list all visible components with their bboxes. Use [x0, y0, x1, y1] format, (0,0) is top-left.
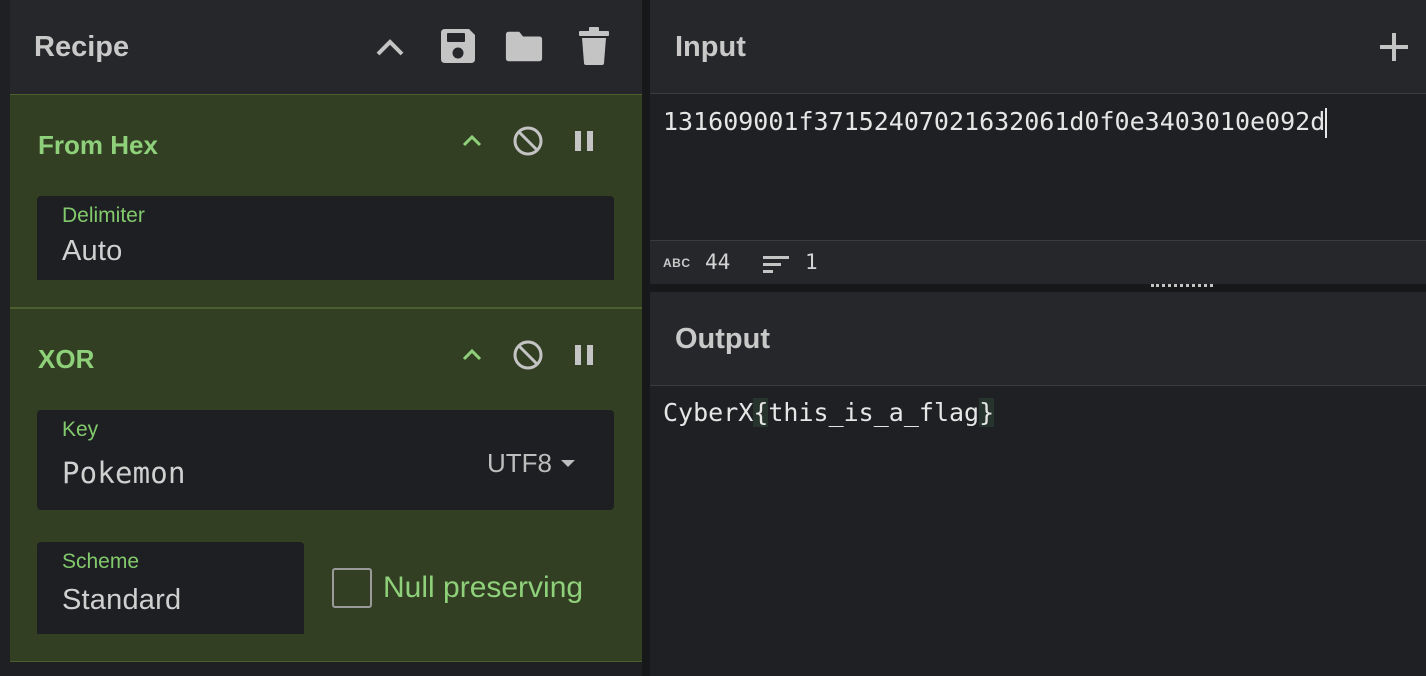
collapse-operation-button[interactable]	[452, 335, 492, 375]
output-inner: this_is_a_flag	[768, 398, 980, 427]
input-text-content: 131609001f37152407021632061d0f0e3403010e…	[663, 107, 1326, 136]
bracket-open: {	[753, 398, 769, 427]
output-textarea[interactable]: CyberX{this_is_a_flag}	[650, 386, 1426, 676]
collapse-all-button[interactable]	[370, 27, 410, 67]
null-preserving-label: Null preserving	[383, 571, 584, 604]
pause-icon	[575, 131, 593, 151]
key-encoding-dropdown[interactable]: UTF8	[487, 448, 576, 479]
output-prefix: CyberX	[663, 398, 754, 427]
breakpoint-button[interactable]	[564, 335, 604, 375]
operation-title: From Hex	[38, 130, 158, 160]
recipe-title: Recipe	[34, 31, 130, 63]
scheme-field[interactable]: Scheme Standard	[37, 542, 304, 634]
pause-icon	[575, 345, 593, 365]
input-textarea[interactable]: 131609001f37152407021632061d0f0e3403010e…	[650, 94, 1426, 240]
splitter-handle-icon[interactable]	[1151, 284, 1213, 289]
input-status-bar: ABC 44 1	[650, 240, 1426, 284]
operation-title: XOR	[38, 344, 95, 374]
add-input-tab-button[interactable]	[1374, 27, 1414, 67]
disable-icon	[513, 126, 543, 156]
disable-operation-button[interactable]	[508, 335, 548, 375]
input-text[interactable]: 131609001f37152407021632061d0f0e3403010e…	[663, 107, 1328, 138]
load-recipe-button[interactable]	[504, 26, 544, 66]
key-encoding-label: UTF8	[487, 448, 552, 478]
key-value[interactable]: Pokemon	[62, 456, 186, 490]
output-title: Output	[675, 323, 771, 355]
delimiter-value[interactable]: Auto	[62, 235, 122, 268]
field-label: Scheme	[62, 550, 140, 573]
scheme-value[interactable]: Standard	[62, 584, 181, 617]
input-length: 44	[705, 250, 731, 274]
lines-icon	[763, 256, 789, 273]
io-splitter[interactable]	[650, 284, 1426, 292]
trash-icon	[579, 27, 609, 65]
null-preserving-toggle[interactable]: Null preserving	[332, 568, 583, 608]
chevron-up-icon	[462, 348, 482, 361]
panel-divider[interactable]	[642, 0, 650, 676]
caret-down-icon	[561, 459, 575, 467]
chevron-up-icon	[376, 39, 404, 56]
null-preserving-checkbox[interactable]	[332, 568, 372, 608]
field-label: Delimiter	[62, 204, 145, 227]
output-text[interactable]: CyberX{this_is_a_flag}	[663, 398, 995, 427]
disable-operation-button[interactable]	[508, 121, 548, 161]
operation-xor: XOR Key Pokemon UTF8 Scheme Standard Nul…	[10, 308, 642, 662]
recipe-header: Recipe	[10, 0, 642, 94]
bracket-close: }	[979, 398, 995, 427]
clear-recipe-button[interactable]	[574, 26, 614, 66]
output-header: Output	[650, 292, 1426, 386]
input-header: Input	[650, 0, 1426, 94]
text-cursor	[1325, 108, 1328, 138]
collapse-operation-button[interactable]	[452, 121, 492, 161]
input-lines: 1	[805, 250, 818, 274]
folder-icon	[505, 31, 543, 62]
save-recipe-button[interactable]	[438, 26, 478, 66]
disable-icon	[513, 340, 543, 370]
field-label: Key	[62, 418, 99, 441]
abc-icon: ABC	[663, 256, 691, 270]
save-icon	[441, 29, 475, 63]
operation-from-hex: From Hex Delimiter Auto	[10, 94, 642, 308]
key-field[interactable]: Key Pokemon UTF8	[37, 410, 614, 510]
plus-icon	[1380, 33, 1408, 61]
chevron-up-icon	[462, 134, 482, 147]
input-title: Input	[675, 31, 746, 63]
breakpoint-button[interactable]	[564, 121, 604, 161]
delimiter-field[interactable]: Delimiter Auto	[37, 196, 614, 280]
